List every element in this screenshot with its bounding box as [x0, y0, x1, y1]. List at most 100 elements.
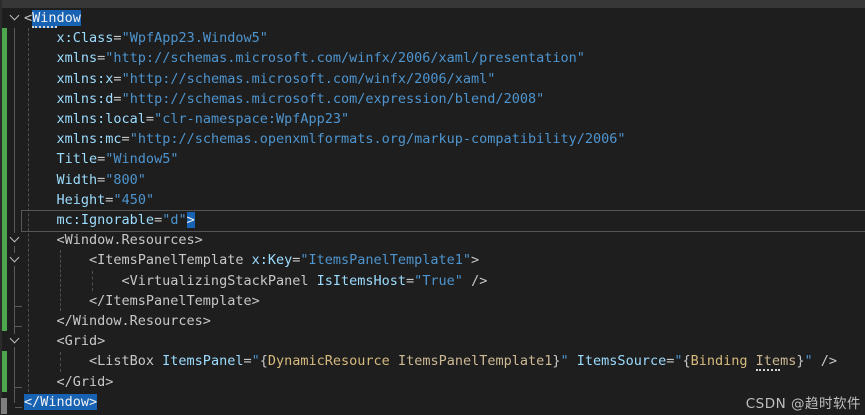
code-line[interactable]: </Grid> [24, 372, 113, 392]
change-indicator-bar [2, 372, 7, 392]
code-token: = [113, 91, 121, 107]
code-token [24, 50, 57, 66]
code-token: "450" [113, 192, 154, 208]
code-token [748, 353, 756, 369]
code-token: x:Class [57, 30, 114, 46]
code-token: = [122, 131, 130, 147]
change-indicator-bar [2, 149, 7, 169]
code-token: = [243, 353, 251, 369]
code-token [24, 30, 57, 46]
code-token: <ListBox [24, 353, 162, 369]
code-line[interactable]: Height="450" [24, 190, 154, 210]
code-line[interactable]: Width="800" [24, 170, 146, 190]
change-indicator-bar [2, 170, 7, 190]
code-token [24, 212, 57, 228]
code-token: = [113, 30, 121, 46]
code-line[interactable]: <VirtualizingStackPanel IsItemsHost="Tru… [24, 271, 487, 291]
fold-end-tick [15, 326, 22, 327]
code-token: DynamicResource [268, 353, 390, 369]
code-token: xmlns:mc [57, 131, 122, 147]
code-token: </ItemsPanelTemplate> [24, 293, 260, 309]
change-indicator-bar [2, 28, 7, 48]
code-line[interactable]: <Window [24, 8, 81, 28]
code-token [24, 91, 57, 107]
change-indicator-bar [2, 190, 7, 210]
code-line[interactable]: mc:Ignorable="d"> [24, 210, 195, 230]
code-token: "http://schemas.microsoft.com/winfx/2006… [122, 71, 496, 87]
fold-end-tick [15, 387, 22, 388]
code-token: /> [463, 273, 487, 289]
code-token: < [24, 10, 32, 26]
code-token: "http://schemas.openxmlformats.org/marku… [130, 131, 626, 147]
code-token [390, 353, 398, 369]
code-token: </Grid> [24, 374, 113, 390]
fold-end-tick [15, 306, 22, 307]
code-token: </Window.Resources> [24, 313, 211, 329]
code-token: Height [57, 192, 106, 208]
change-indicator-bar [2, 250, 7, 270]
code-line[interactable]: </Window> [24, 392, 97, 412]
code-token: <VirtualizingStackPanel [24, 273, 317, 289]
code-line[interactable]: xmlns:x="http://schemas.microsoft.com/wi… [24, 69, 495, 89]
code-token: "d" [162, 212, 186, 228]
code-line[interactable]: <Window.Resources> [24, 230, 203, 250]
code-line[interactable]: <ItemsPanelTemplate x:Key="ItemsPanelTem… [24, 250, 479, 270]
highlighted-token: dow [57, 10, 81, 26]
highlighted-token: Win [32, 10, 56, 28]
code-token [24, 131, 57, 147]
code-token: "http://schemas.microsoft.com/expression… [122, 91, 545, 107]
code-token [24, 71, 57, 87]
code-token: <Window.Resources> [24, 232, 203, 248]
code-token: xmlns:x [57, 71, 114, 87]
change-indicator-bar [2, 291, 7, 311]
code-line[interactable]: xmlns:mc="http://schemas.openxmlformats.… [24, 129, 625, 149]
change-indicator-bar [2, 271, 7, 291]
code-token: ms [780, 353, 796, 369]
code-token: Width [57, 172, 98, 188]
code-line[interactable]: </ItemsPanelTemplate> [24, 291, 260, 311]
fold-collapse-arrow[interactable] [8, 233, 21, 246]
code-token: IsItemsHost [317, 273, 406, 289]
code-token: ItemsPanelTemplate1 [398, 353, 552, 369]
code-line[interactable]: </Window.Resources> [24, 311, 211, 331]
code-line[interactable]: Title="Window5" [24, 149, 178, 169]
code-token [24, 151, 57, 167]
code-token: { [260, 353, 268, 369]
fold-collapse-arrow[interactable] [8, 253, 21, 266]
code-token: ItemsPanel [162, 353, 243, 369]
code-token: xmlns:local [57, 111, 146, 127]
fold-collapse-arrow[interactable] [8, 11, 21, 24]
csdn-watermark: CSDN @趋时软件 [746, 392, 861, 412]
code-line[interactable]: <Grid> [24, 331, 105, 351]
highlighted-token: </Window> [24, 394, 97, 410]
code-token: " [252, 353, 260, 369]
code-token: /> [813, 353, 837, 369]
code-token: Ite [756, 353, 780, 371]
code-token: <ItemsPanelTemplate [24, 252, 252, 268]
code-line[interactable]: <ListBox ItemsPanel="{DynamicResource It… [24, 351, 837, 371]
code-token: " [804, 353, 812, 369]
code-token: ItemsSource [577, 353, 666, 369]
code-token: "http://schemas.microsoft.com/winfx/2006… [105, 50, 585, 66]
code-token: <Grid> [24, 333, 105, 349]
change-indicator-bar [2, 48, 7, 68]
change-indicator-bar [2, 89, 7, 109]
code-line[interactable]: xmlns="http://schemas.microsoft.com/winf… [24, 48, 585, 68]
change-indicator-bar [2, 230, 7, 250]
fold-collapse-arrow[interactable] [8, 334, 21, 347]
code-token: Title [57, 151, 98, 167]
code-token: "clr-namespace:WpfApp23" [154, 111, 349, 127]
code-line[interactable]: xmlns:d="http://schemas.microsoft.com/ex… [24, 89, 544, 109]
change-indicator-bar [2, 351, 7, 371]
change-indicator-bar [2, 311, 7, 331]
code-line[interactable]: xmlns:local="clr-namespace:WpfApp23" [24, 109, 349, 129]
code-token: = [113, 71, 121, 87]
code-token [24, 192, 57, 208]
code-token [569, 353, 577, 369]
code-token: "Window5" [105, 151, 178, 167]
fold-end-tick [15, 407, 22, 408]
code-token: "True" [414, 273, 463, 289]
code-line[interactable]: x:Class="WpfApp23.Window5" [24, 28, 268, 48]
code-token: > [471, 252, 479, 268]
margin-gray-block [1, 398, 7, 414]
